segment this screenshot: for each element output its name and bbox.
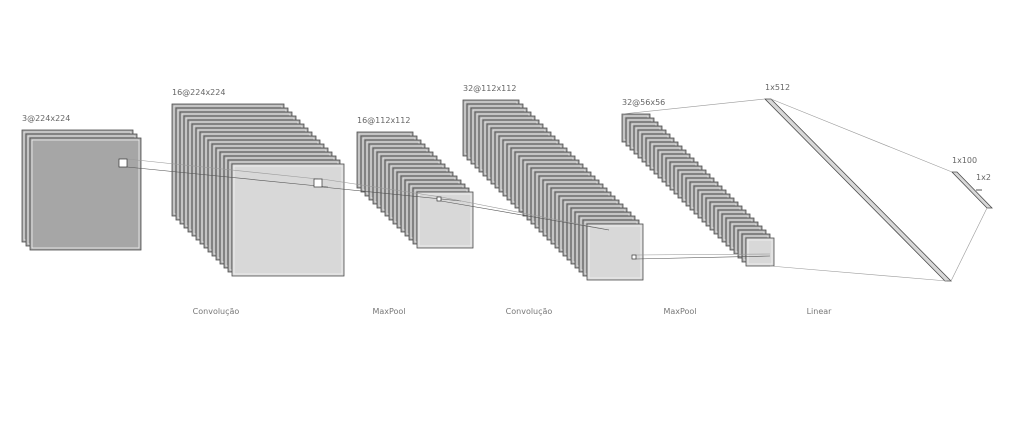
- kernel-marker-conv2: [631, 254, 637, 260]
- feature-map-sheet: [231, 163, 345, 277]
- kernel-marker-conv1: [313, 178, 323, 188]
- layer-stack-input: [21, 129, 142, 251]
- operation-label: Linear: [807, 307, 833, 316]
- operation-label: Convolução: [506, 307, 553, 316]
- feature-map-sheet: [586, 223, 644, 281]
- cnn-architecture-diagram: 3@224x224 16@224x224 16@112x112 32@112x1…: [21, 83, 993, 316]
- layer-dim-label: 3@224x224: [22, 114, 70, 123]
- layer-dim-label: 16@112x112: [357, 116, 410, 125]
- feature-map-sheet: [29, 137, 142, 251]
- layer-stack-pool2: [621, 113, 775, 267]
- layer-stack-conv2: [462, 99, 644, 281]
- layer-dim-label: 1x100: [952, 156, 977, 165]
- layer-dim-label: 1x2: [976, 173, 991, 182]
- feature-map-sheet: [416, 191, 474, 249]
- operation-label: MaxPool: [372, 307, 405, 316]
- layer-stack-pool1: [356, 131, 474, 249]
- layer-dim-label: 1x512: [765, 83, 790, 92]
- dense-layer-512: [764, 98, 952, 282]
- kernel-marker-input: [118, 158, 128, 168]
- layer-dim-label: 16@224x224: [172, 88, 225, 97]
- layer-dim-label: 32@112x112: [463, 84, 516, 93]
- feature-map-sheet: [745, 237, 775, 267]
- layer-dim-label: 32@56x56: [622, 98, 665, 107]
- kernel-marker-pool1: [436, 196, 442, 202]
- operation-label: Convolução: [193, 307, 240, 316]
- operation-label: MaxPool: [663, 307, 696, 316]
- layer-stack-conv1: [171, 103, 345, 277]
